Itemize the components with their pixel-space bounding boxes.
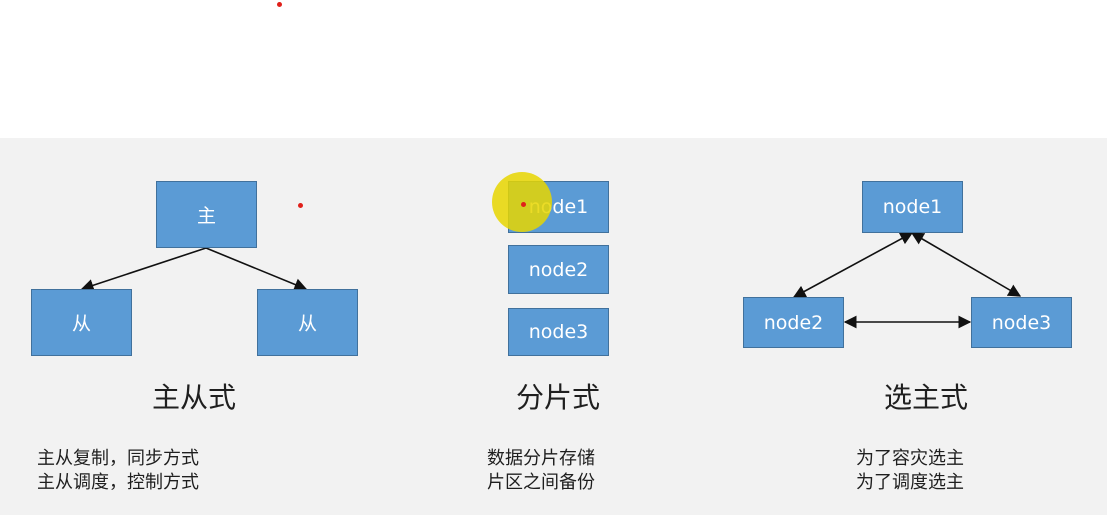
arrow-node1-node3 [910, 232, 1022, 297]
election-node-3: node3 [971, 297, 1072, 348]
election-description: 为了容灾选主 为了调度选主 [856, 447, 964, 495]
shard-node-2: node2 [508, 245, 609, 294]
sharding-desc-line-1: 数据分片存储 [487, 448, 595, 469]
master-slave-desc-line-2: 主从调度，控制方式 [37, 472, 199, 493]
master-slave-desc-line-1: 主从复制，同步方式 [37, 448, 199, 469]
arrow-master-to-slave-right [205, 247, 308, 291]
sharding-description: 数据分片存储 片区之间备份 [487, 447, 595, 495]
arrow-master-to-slave-left [80, 247, 207, 292]
master-slave-title: 主从式 [151, 381, 236, 414]
election-desc-line-1: 为了容灾选主 [856, 448, 964, 469]
slave-node-right: 从 [257, 289, 358, 356]
election-title: 选主式 [883, 381, 968, 414]
sharding-title: 分片式 [515, 381, 600, 414]
arrow-node1-node2 [792, 232, 914, 298]
shard-node-3: node3 [508, 308, 609, 356]
master-slave-description: 主从复制，同步方式 主从调度，控制方式 [37, 447, 199, 495]
sharding-desc-line-2: 片区之间备份 [487, 472, 595, 493]
slave-node-left: 从 [31, 289, 132, 356]
election-node-1: node1 [862, 181, 963, 233]
election-desc-line-2: 为了调度选主 [856, 472, 964, 493]
pointer-dot [521, 202, 526, 207]
election-node-2: node2 [743, 297, 844, 348]
master-node: 主 [156, 181, 257, 248]
